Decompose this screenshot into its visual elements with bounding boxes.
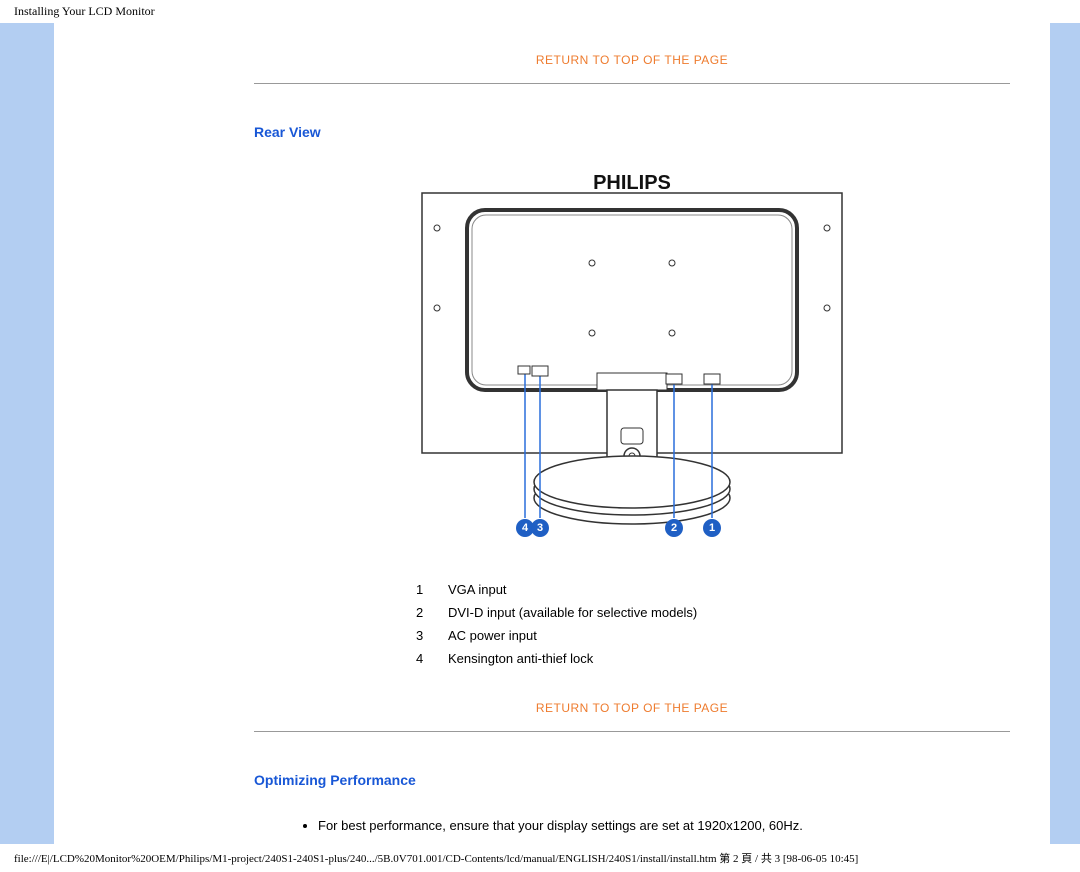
brand-text: PHILIPS xyxy=(593,172,671,194)
legend-num: 3 xyxy=(416,625,446,646)
divider xyxy=(254,731,1010,732)
heading-optimizing: Optimizing Performance xyxy=(254,772,1010,788)
right-sidebar xyxy=(1050,23,1080,844)
legend-label: VGA input xyxy=(448,579,707,600)
rear-view-legend-table: 1 VGA input 2 DVI-D input (available for… xyxy=(414,577,709,671)
list-item: For best performance, ensure that your d… xyxy=(318,816,1010,836)
legend-num: 4 xyxy=(416,648,446,669)
content-area: RETURN TO TOP OF THE PAGE Rear View PHIL… xyxy=(54,23,1050,844)
heading-rear-view: Rear View xyxy=(254,124,1010,140)
return-to-top-link-2[interactable]: RETURN TO TOP OF THE PAGE xyxy=(254,701,1010,715)
callout-badge-2: 2 xyxy=(665,519,683,537)
svg-text:1: 1 xyxy=(709,522,715,534)
table-row: 1 VGA input xyxy=(416,579,707,600)
table-row: 3 AC power input xyxy=(416,625,707,646)
footer-file-path: file:///E|/LCD%20Monitor%20OEM/Philips/M… xyxy=(0,844,1080,872)
page-layout: RETURN TO TOP OF THE PAGE Rear View PHIL… xyxy=(0,23,1080,844)
rear-view-diagram: PHILIPS xyxy=(254,168,1010,551)
legend-label: AC power input xyxy=(448,625,707,646)
table-row: 2 DVI-D input (available for selective m… xyxy=(416,602,707,623)
legend-label: Kensington anti-thief lock xyxy=(448,648,707,669)
callout-badge-3: 3 xyxy=(531,519,549,537)
return-to-top-link-1[interactable]: RETURN TO TOP OF THE PAGE xyxy=(254,53,1010,67)
optimizing-list: For best performance, ensure that your d… xyxy=(318,816,1010,836)
table-row: 4 Kensington anti-thief lock xyxy=(416,648,707,669)
page-header-title: Installing Your LCD Monitor xyxy=(0,0,1080,23)
monitor-rear-svg: PHILIPS xyxy=(412,168,852,548)
svg-text:4: 4 xyxy=(522,522,529,534)
legend-label: DVI-D input (available for selective mod… xyxy=(448,602,707,623)
divider xyxy=(254,83,1010,84)
left-sidebar xyxy=(0,23,54,844)
svg-text:2: 2 xyxy=(671,522,677,534)
legend-num: 1 xyxy=(416,579,446,600)
callout-badge-1: 1 xyxy=(703,519,721,537)
legend-num: 2 xyxy=(416,602,446,623)
svg-text:3: 3 xyxy=(537,522,543,534)
